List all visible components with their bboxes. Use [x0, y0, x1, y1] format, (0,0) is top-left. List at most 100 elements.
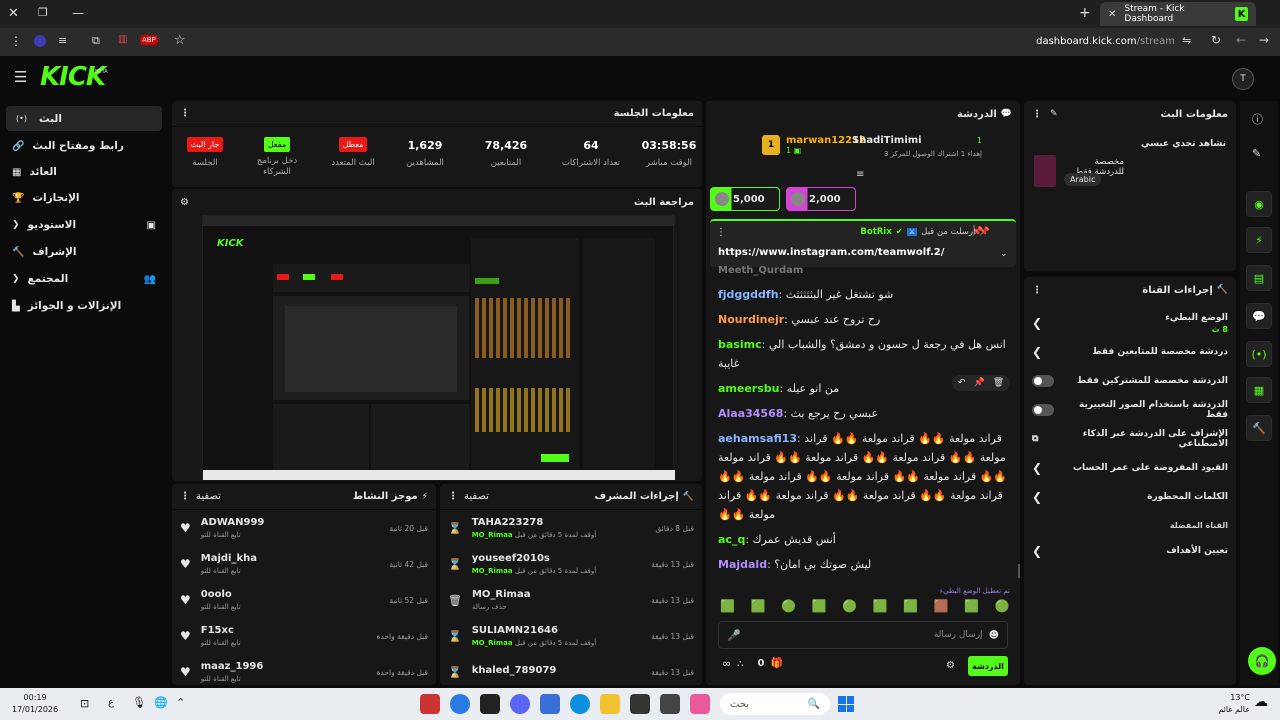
- mod-action-item[interactable]: ⌛ SULIAMN21646 MO_Rimaa أوقف لمدة 5 دقائق …: [440, 618, 702, 654]
- more-options-icon[interactable]: ⋮: [716, 227, 726, 238]
- close-tab-icon[interactable]: ✕: [1108, 9, 1116, 20]
- app-icon[interactable]: [660, 694, 680, 714]
- rail-button-broadcast[interactable]: (•): [1246, 341, 1272, 367]
- activity-item[interactable]: ♥ maaz_1996 تابع القناة للتو قبل دقيقة واحد…: [172, 654, 436, 685]
- activity-item[interactable]: ♥ Majdi_kha تابع القناة للتو قبل 42 ثانية: [172, 546, 436, 582]
- activity-item[interactable]: ♥ 0oolo تابع القناة للتو قبل 52 ثانية: [172, 582, 436, 618]
- emote-icon[interactable]: 🟩: [812, 599, 827, 613]
- chat-message[interactable]: ac_q: أنس قديش عمرك: [718, 530, 1010, 549]
- rail-button-notes[interactable]: ▤: [1246, 265, 1272, 291]
- preview-settings-icon[interactable]: ⚙: [180, 197, 189, 208]
- hamburger-menu-icon[interactable]: ☰: [14, 68, 27, 86]
- filter-button[interactable]: تصفية: [196, 491, 221, 502]
- chat-username[interactable]: ameersbu: [718, 382, 779, 395]
- forward-icon[interactable]: ←: [1236, 33, 1246, 47]
- mic-icon[interactable]: 🎤: [727, 629, 741, 642]
- mod-action-item[interactable]: ⌛ TAHA223278 MO_Rimaa أوقف لمدة 5 دقائق من…: [440, 510, 702, 546]
- url-text[interactable]: dashboard.kick.com/stream: [980, 36, 1175, 47]
- chat-username[interactable]: ac_q: [718, 533, 745, 546]
- explorer-icon[interactable]: [600, 694, 620, 714]
- chat-username[interactable]: Alaa34568: [718, 407, 783, 420]
- support-button[interactable]: 🎧: [1248, 647, 1276, 675]
- app-icon[interactable]: [480, 694, 500, 714]
- chrome-icon[interactable]: [450, 694, 470, 714]
- extension-icon[interactable]: ≡: [58, 34, 67, 47]
- channel-action-item[interactable]: الوضع البطيء 8 ث ❯: [1032, 309, 1228, 337]
- action-set-goals[interactable]: تعيين الأهداف ❯: [1032, 537, 1228, 565]
- toggle-switch[interactable]: [1032, 404, 1054, 416]
- weather-widget[interactable]: 13°C عالم غائم: [1200, 692, 1250, 716]
- send-chat-button[interactable]: الدردشة: [968, 656, 1008, 676]
- reply-icon[interactable]: ↶: [958, 378, 966, 388]
- more-options-icon[interactable]: ⋮: [1032, 285, 1042, 296]
- channel-action-item[interactable]: الإشراف على الدردشة عبر الذكاء الاصطناعي…: [1032, 425, 1228, 453]
- collapse-icon[interactable]: ≡: [856, 169, 864, 180]
- site-settings-icon[interactable]: ⇋: [1182, 34, 1191, 47]
- chat-username[interactable]: Nourdinejr: [718, 313, 784, 326]
- pinned-link[interactable]: https://www.instagram.com/teamwolf.2/: [718, 247, 944, 258]
- reload-icon[interactable]: ↻: [1211, 33, 1221, 47]
- pinned-message[interactable]: ⋮ 📌 📌 أرسلت من قبل ⚔ ✔ BotRix https://www.in…: [710, 219, 1016, 267]
- close-window-icon[interactable]: ✕: [8, 6, 19, 21]
- minimize-icon[interactable]: —: [72, 6, 84, 20]
- channel-action-item[interactable]: دردشة مخصصة للمتابعين فقط ❯: [1032, 338, 1228, 366]
- network-icon[interactable]: 🌐: [154, 696, 168, 709]
- infinity-icon[interactable]: ∞: [722, 657, 731, 670]
- settings-icon[interactable]: ⚙: [946, 660, 955, 671]
- channel-action-item[interactable]: الدردشة باستخدام الصور التعبيرية فقط: [1032, 396, 1228, 424]
- gift-icon[interactable]: 🎁: [770, 658, 782, 669]
- chevron-up-icon[interactable]: ⌃: [176, 696, 185, 709]
- chat-username[interactable]: basimc: [718, 338, 762, 351]
- chat-message[interactable]: basimc: انس هل في رجعة ل حسون و دمشق؟ وا…: [718, 335, 1010, 373]
- chat-username[interactable]: fjdggddfh: [718, 288, 779, 301]
- chat-username[interactable]: aehamsafi13: [718, 432, 797, 445]
- rail-button-hammer[interactable]: 🔨: [1246, 415, 1272, 441]
- more-options-icon[interactable]: ⋮: [180, 108, 190, 119]
- channel-action-item[interactable]: القيود المفروضة على عمر الحساب ❯: [1032, 454, 1228, 482]
- back-icon[interactable]: →: [1259, 33, 1269, 47]
- taskbar-clock[interactable]: 00:19 17/01/2026: [12, 692, 58, 716]
- activity-item[interactable]: ♥ ADWAN999 تابع القناة للتو قبل 20 ثانية: [172, 510, 436, 546]
- notification-icon[interactable]: ⊡: [80, 697, 89, 710]
- new-tab-icon[interactable]: +: [1079, 5, 1091, 21]
- chat-message[interactable]: fjdggddfh: شو تشتغل غير البثثثثثث: [718, 285, 1010, 304]
- chat-message[interactable]: Nourdinejr: رح تروح عند عبسي: [718, 310, 1010, 329]
- emote-icon[interactable]: 🟩: [751, 599, 766, 613]
- emote-icon[interactable]: 🟩: [873, 599, 888, 613]
- mod-action-item[interactable]: ⌛ youseef2010s MO_Rimaa أوقف لمدة 5 دقائق …: [440, 546, 702, 582]
- sidebar-item-revenue[interactable]: ▦ العائد: [6, 160, 162, 184]
- sidebar-item-stream-key[interactable]: 🔗 رابط ومفتاح البث: [6, 134, 162, 158]
- edge-icon[interactable]: [570, 694, 590, 714]
- emote-icon[interactable]: 🟩: [720, 599, 735, 613]
- star-icon[interactable]: ☆: [174, 33, 186, 48]
- sidebar-item-drops[interactable]: ▙ الإنزالات و الجوائز: [6, 294, 162, 318]
- restore-icon[interactable]: ❐: [38, 6, 48, 19]
- taskbar-search[interactable]: بحث 🔍: [720, 693, 830, 715]
- app-icon[interactable]: [420, 694, 440, 714]
- more-options-icon[interactable]: ⋮: [180, 491, 190, 502]
- rail-button-lightning[interactable]: ⚡: [1246, 227, 1272, 253]
- pin-icon[interactable]: 📌: [974, 378, 985, 388]
- more-options-icon[interactable]: ⋮: [448, 491, 458, 502]
- emote-icon[interactable]: 🟢: [842, 599, 857, 613]
- emote-icon[interactable]: 🟫: [934, 599, 949, 613]
- mic-icon[interactable]: 🎙: [132, 696, 146, 709]
- menu-dots-icon[interactable]: ⋮: [10, 34, 22, 48]
- filter-button[interactable]: تصفية: [464, 491, 489, 502]
- browser-tab[interactable]: ✕ Stream - Kick Dashboard K: [1100, 2, 1256, 26]
- mod-action-item[interactable]: 🗑 MO_Rimaa حذف رسالة قبل 13 دقيقة: [440, 582, 702, 618]
- sidebar-item-stream[interactable]: (•) البث: [6, 106, 162, 131]
- chat-message[interactable]: Alaa34568: عبسي رح يرجع بث: [718, 404, 1010, 423]
- abp-badge[interactable]: ABP: [140, 35, 158, 45]
- rail-button-chat[interactable]: 💬: [1246, 303, 1272, 329]
- extension-icon[interactable]: ▥: [118, 34, 127, 45]
- chat-message[interactable]: aehamsafi13: قراند مولعة 🔥🔥 قراند مولعة …: [718, 429, 1010, 524]
- info-icon[interactable]: ⓘ: [1252, 111, 1263, 127]
- chevron-down-icon[interactable]: ⌄: [1000, 249, 1008, 259]
- extension-icon[interactable]: [34, 35, 46, 47]
- kick-logo[interactable]: KICK: [40, 62, 106, 92]
- widgets-icon[interactable]: [690, 694, 710, 714]
- gift-pill[interactable]: 5,000: [710, 187, 780, 211]
- leaderboard-top-left[interactable]: 1 marwan12212 1 ▣: [762, 135, 866, 155]
- avatar[interactable]: T: [1232, 68, 1254, 90]
